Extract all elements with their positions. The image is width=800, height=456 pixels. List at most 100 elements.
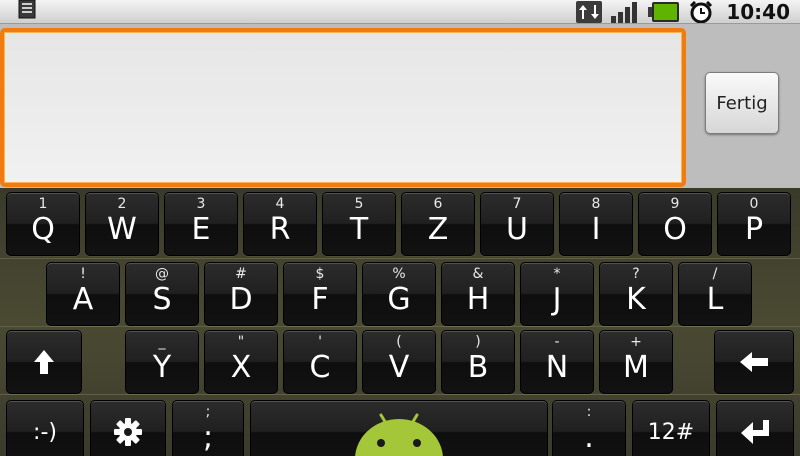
extract-edit-area: Fertig	[0, 24, 800, 188]
key-primary-label: D	[229, 282, 253, 317]
key-primary-label: O	[663, 212, 687, 247]
delete-key[interactable]	[714, 330, 794, 394]
smiley-key[interactable]: :-)	[6, 400, 84, 456]
key-secondary-label: 8	[591, 196, 601, 212]
backspace-arrow-icon	[740, 352, 768, 372]
shift-key[interactable]	[6, 330, 82, 394]
key-n[interactable]: -N	[520, 330, 594, 394]
key-secondary-label: $	[315, 266, 325, 282]
key-c[interactable]: ' C	[283, 330, 357, 394]
key-i[interactable]: 8I	[559, 192, 633, 256]
keyboard-divider	[0, 326, 800, 327]
period-key-sub: :	[586, 404, 592, 420]
key-e[interactable]: 3E	[164, 192, 238, 256]
android-robot-icon	[355, 413, 443, 456]
key-primary-label: A	[72, 282, 94, 317]
key-secondary-label: 2	[117, 196, 127, 212]
key-secondary-label: 5	[354, 196, 364, 212]
key-x[interactable]: " X	[204, 330, 278, 394]
alarm-clock-icon	[690, 1, 713, 23]
key-primary-label: C	[309, 350, 331, 385]
key-j[interactable]: * J	[520, 262, 594, 326]
key-primary-label: I	[591, 212, 601, 247]
text-input[interactable]	[0, 28, 686, 187]
key-primary-label: E	[191, 212, 211, 247]
key-secondary-label: )	[475, 334, 481, 350]
key-primary-label: Q	[31, 212, 55, 247]
key-k[interactable]: ? K	[599, 262, 673, 326]
key-primary-label: F	[311, 282, 329, 317]
key-secondary-label: '	[318, 334, 322, 350]
semicolon-key[interactable]: ; ;	[172, 400, 244, 456]
key-secondary-label: &	[472, 266, 484, 282]
key-d[interactable]: # D	[204, 262, 278, 326]
shift-arrow-icon	[34, 350, 54, 374]
key-primary-label: G	[387, 282, 411, 317]
key-primary-label: V	[388, 350, 410, 385]
key-w[interactable]: 2W	[85, 192, 159, 256]
clock: 10:40	[726, 0, 790, 24]
key-primary-label: K	[626, 282, 646, 317]
battery-icon	[648, 2, 680, 22]
key-secondary-label: *	[553, 266, 561, 282]
key-primary-label: N	[545, 350, 569, 385]
symbols-key[interactable]: 12#	[632, 400, 710, 456]
key-secondary-label: ?	[632, 266, 640, 282]
smiley-label: :-)	[33, 419, 57, 445]
key-primary-label: P	[744, 212, 764, 247]
key-primary-label: X	[230, 350, 252, 385]
key-v[interactable]: (V	[362, 330, 436, 394]
signal-bars-icon	[611, 2, 638, 23]
key-l[interactable]: / L	[678, 262, 752, 326]
key-primary-label: B	[467, 350, 489, 385]
key-r[interactable]: 4R	[243, 192, 317, 256]
key-s[interactable]: @ S	[125, 262, 199, 326]
key-primary-label: J	[552, 282, 562, 317]
key-o[interactable]: 9O	[638, 192, 712, 256]
key-secondary-label: 9	[670, 196, 680, 212]
key-secondary-label: 3	[196, 196, 206, 212]
key-secondary-label: 0	[749, 196, 759, 212]
key-a[interactable]: ! A	[46, 262, 120, 326]
key-secondary-label: /	[712, 266, 718, 282]
key-secondary-label: _	[158, 334, 166, 350]
enter-key[interactable]	[716, 400, 794, 456]
key-f[interactable]: $ F	[283, 262, 357, 326]
semicolon-key-main: ;	[202, 420, 214, 455]
settings-key[interactable]	[90, 400, 166, 456]
key-primary-label: U	[506, 212, 528, 247]
period-key[interactable]: : .	[552, 400, 626, 456]
key-secondary-label: -	[554, 334, 560, 350]
key-secondary-label: #	[235, 266, 247, 282]
key-m[interactable]: + M	[599, 330, 673, 394]
notification-icon[interactable]	[16, 0, 38, 20]
soft-keyboard: 1Q2W3E4R5T6Z7U8I9O0P ! A @ S # D $ F% G & H * J? K / L …	[0, 188, 800, 456]
done-button[interactable]: Fertig	[705, 72, 779, 134]
key-secondary-label: 6	[433, 196, 443, 212]
key-t[interactable]: 5T	[322, 192, 396, 256]
key-z[interactable]: 6Z	[401, 192, 475, 256]
key-secondary-label: 4	[275, 196, 285, 212]
key-g[interactable]: % G	[362, 262, 436, 326]
period-key-main: .	[584, 420, 594, 455]
data-transfer-icon	[576, 1, 603, 23]
key-h[interactable]: & H	[441, 262, 515, 326]
key-secondary-label: 7	[512, 196, 522, 212]
key-primary-label: Y	[152, 350, 172, 385]
key-u[interactable]: 7U	[480, 192, 554, 256]
key-primary-label: T	[349, 212, 369, 247]
key-secondary-label: (	[396, 334, 402, 350]
key-secondary-label: !	[80, 266, 86, 282]
key-b[interactable]: ) B	[441, 330, 515, 394]
key-secondary-label: @	[155, 266, 169, 282]
key-q[interactable]: 1Q	[6, 192, 80, 256]
space-key[interactable]	[250, 400, 548, 456]
symbols-key-label: 12#	[647, 419, 695, 445]
key-secondary-label: 1	[38, 196, 48, 212]
key-primary-label: H	[466, 282, 490, 317]
key-secondary-label: %	[392, 266, 406, 282]
key-primary-label: M	[623, 350, 649, 385]
keyboard-divider	[0, 394, 800, 395]
key-y[interactable]: _ Y	[125, 330, 199, 394]
key-p[interactable]: 0P	[717, 192, 791, 256]
